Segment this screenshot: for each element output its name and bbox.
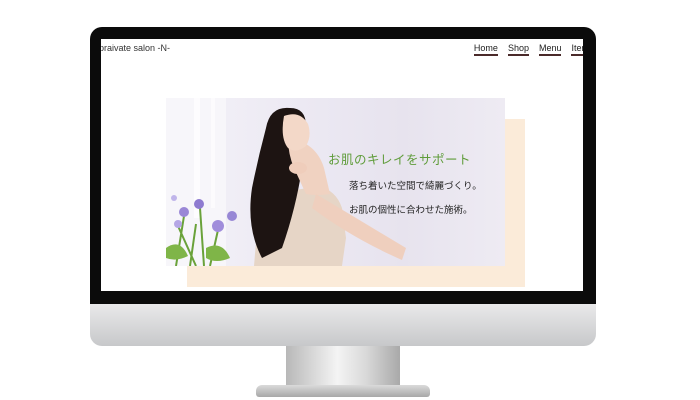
nav-shop-link[interactable]: Shop [507, 43, 529, 56]
monitor-stand-base [256, 385, 430, 397]
hand-shape [289, 162, 307, 174]
monitor-chin [90, 304, 596, 346]
nav-home-link[interactable]: Home [473, 43, 498, 56]
hero-banner: お肌のキレイをサポート 落ち着いた空間で綺麗づくり。 お肌の個性に合わせた施術。 [166, 98, 505, 266]
hero-title: お肌のキレイをサポート [328, 152, 472, 167]
site-title[interactable]: praivate salon -N- [101, 43, 170, 53]
monitor-stand-neck [286, 346, 400, 388]
nav-item-link[interactable]: Item [571, 43, 583, 56]
hero-tagline-2: お肌の個性に合わせた施術。 [349, 205, 473, 216]
face-shape [282, 114, 310, 151]
hero-tagline-1: 落ち着いた空間で綺麗づくり。 [349, 181, 482, 192]
nav-menu-link[interactable]: Menu [538, 43, 562, 56]
curtain-stripe [211, 98, 215, 208]
monitor-scene: praivate salon -N- Home Shop Menu Item [0, 0, 700, 400]
main-nav: Home Shop Menu Item [473, 43, 583, 56]
site-header: praivate salon -N- Home Shop Menu Item [101, 39, 583, 63]
monitor-screen: praivate salon -N- Home Shop Menu Item [101, 39, 583, 291]
